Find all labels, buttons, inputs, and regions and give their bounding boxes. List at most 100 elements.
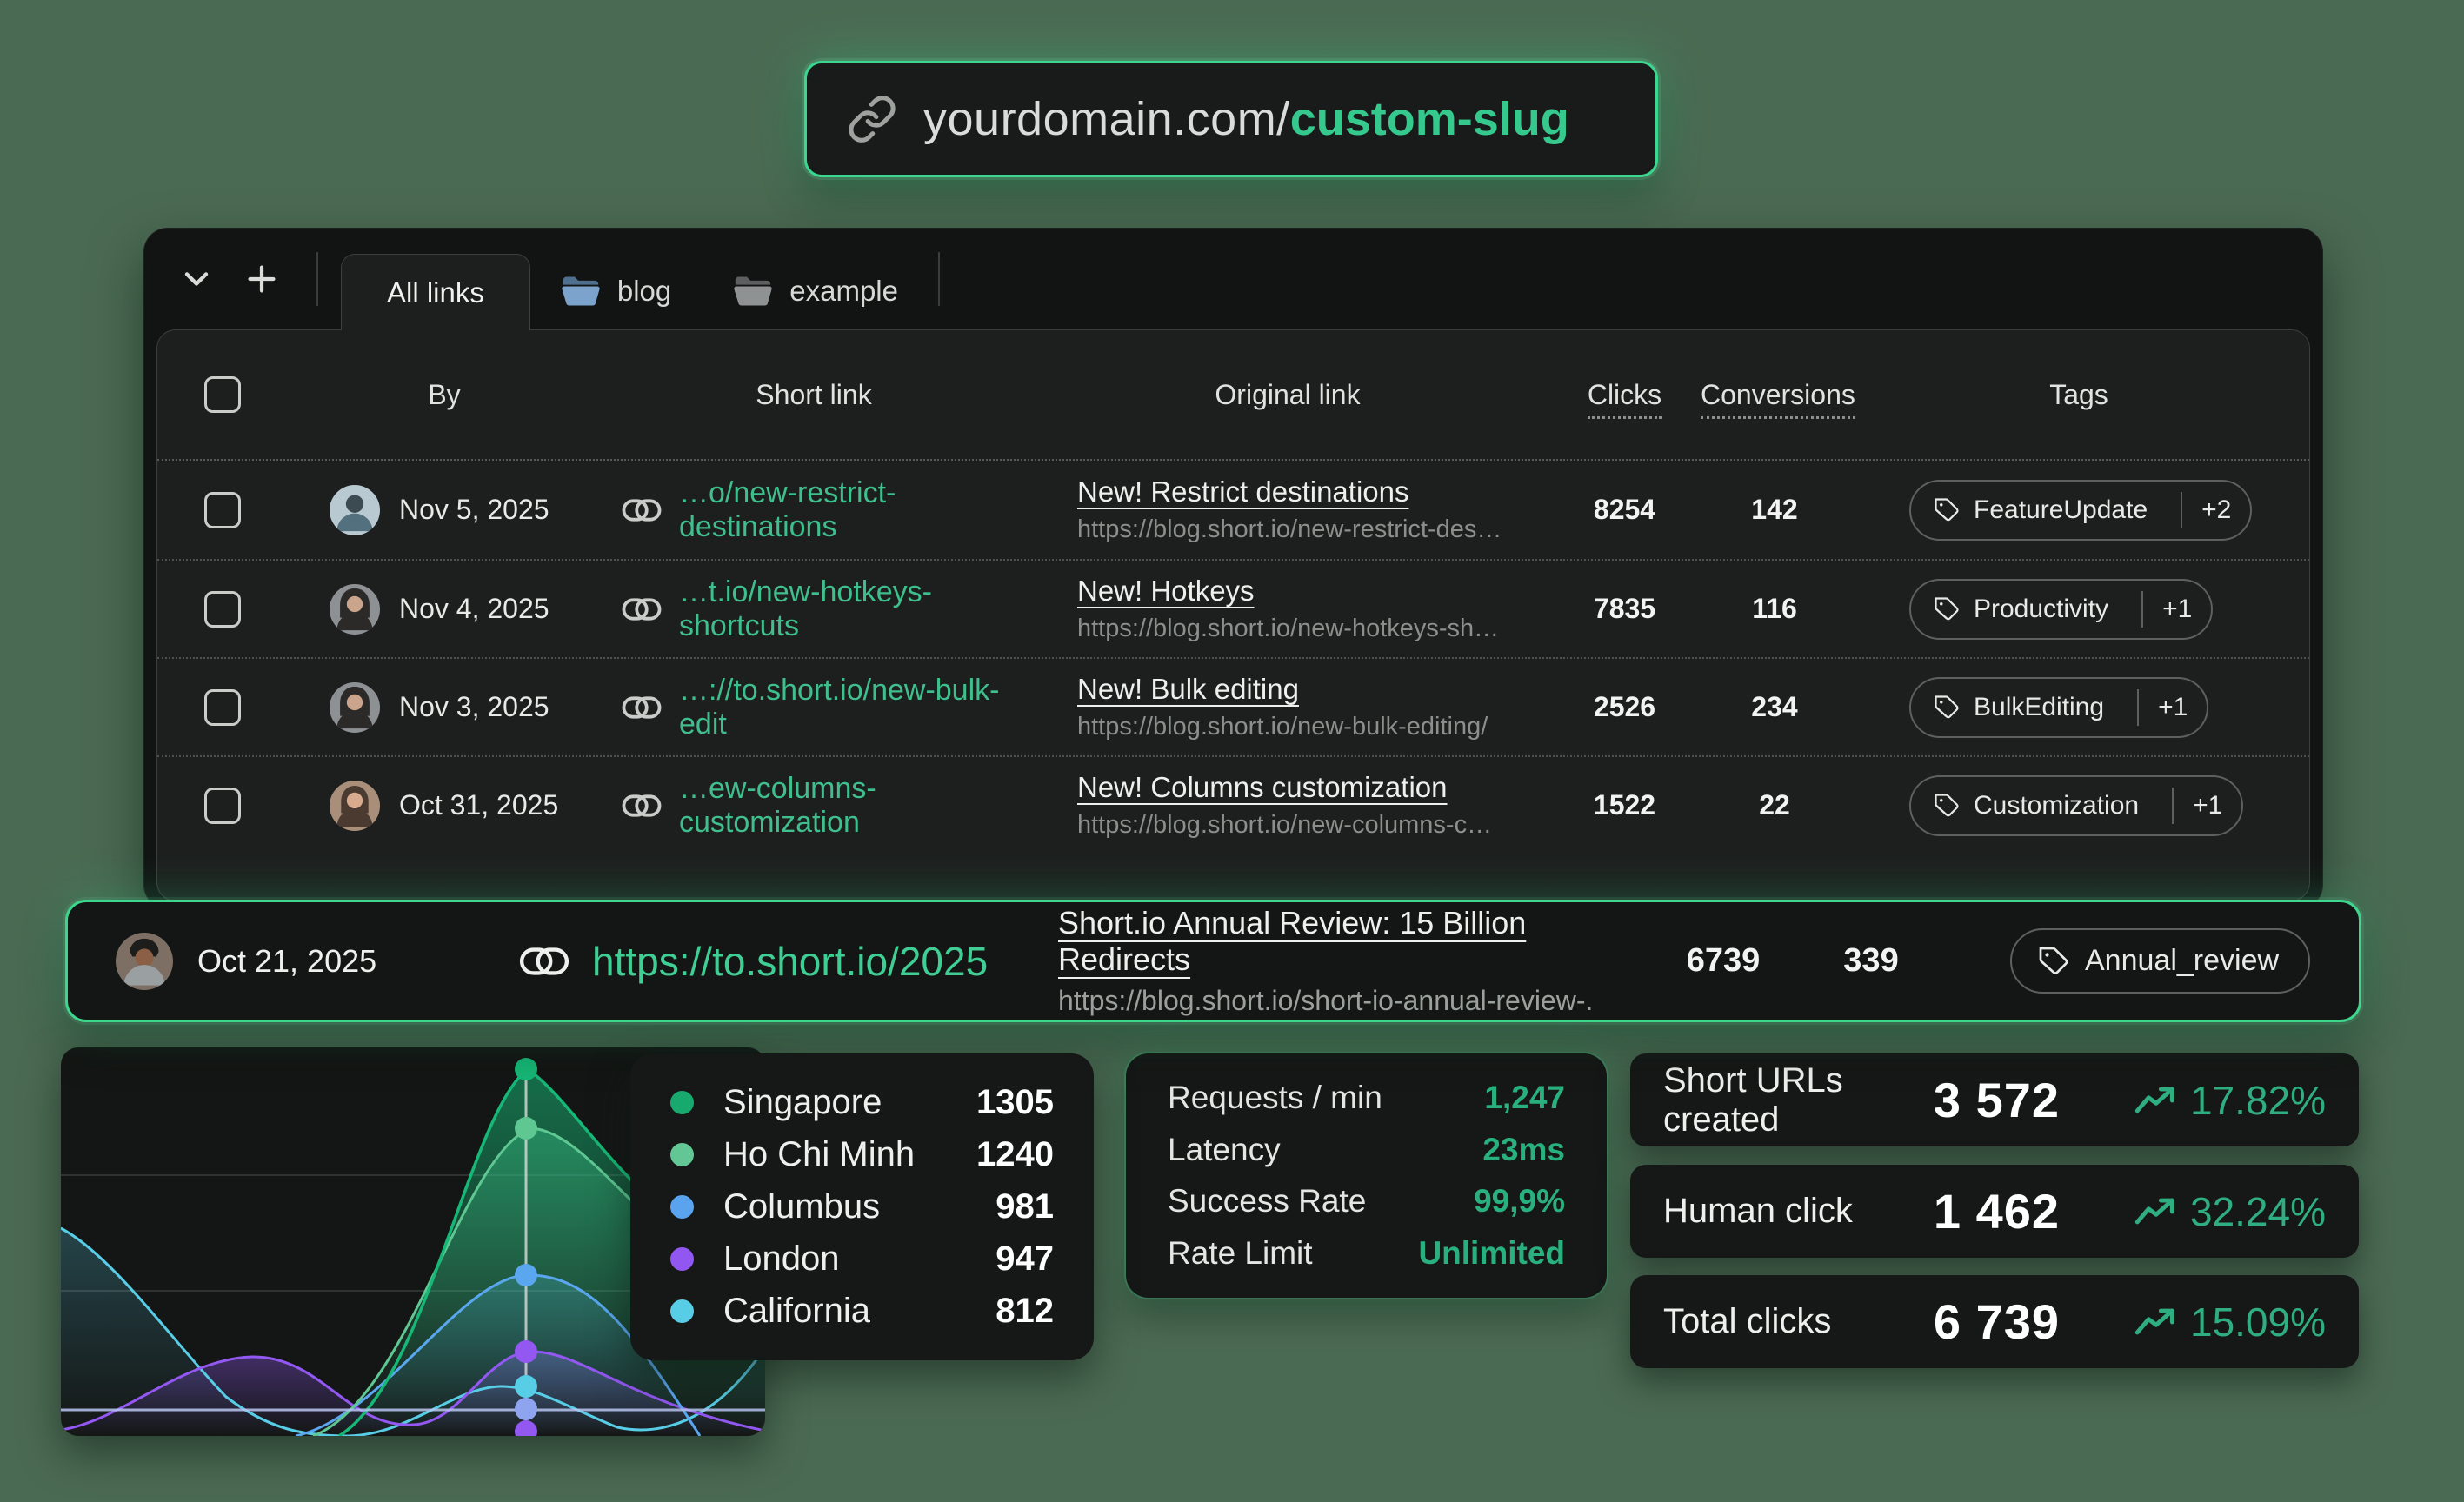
row-checkbox[interactable]: [204, 689, 241, 726]
links-window: All links blog example By Short link: [143, 228, 2323, 909]
legend-value: 812: [996, 1292, 1054, 1331]
short-url-pill[interactable]: yourdomain.com/custom-slug: [804, 61, 1658, 177]
avatar: [330, 485, 380, 535]
row-checkbox[interactable]: [204, 591, 241, 628]
original-link-title[interactable]: Short.io Annual Review: 15 Billion Redir…: [1058, 905, 1667, 978]
tag-pill[interactable]: BulkEditing +1: [1909, 677, 2208, 738]
stat-row: Requests / min1,247: [1168, 1080, 1565, 1116]
tag-pill[interactable]: Customization +1: [1909, 775, 2243, 836]
tag-pill[interactable]: FeatureUpdate +2: [1909, 480, 2252, 541]
links-table: By Short link Original link Clicks Conve…: [156, 329, 2310, 901]
pill-slug: custom-slug: [1290, 93, 1569, 145]
column-header-conversions[interactable]: Conversions: [1701, 379, 1855, 419]
tag-extra-count[interactable]: +1: [2137, 689, 2207, 726]
original-link-url: https://blog.short.io/new-hotkeys-sh…: [1077, 615, 1548, 643]
add-tab-button[interactable]: [242, 259, 282, 299]
tag-extra-count[interactable]: +1: [2141, 591, 2211, 628]
stat-row: Success Rate 99,9%: [1168, 1183, 1565, 1220]
card-delta-value: 17.82%: [2190, 1077, 2326, 1124]
clicks-value: 6739: [1667, 942, 1780, 980]
tab-all-links[interactable]: All links: [341, 254, 530, 330]
card-label: Total clicks: [1663, 1302, 1934, 1341]
row-date: Oct 21, 2025: [197, 943, 458, 980]
tag-extra-count[interactable]: +2: [2181, 492, 2250, 528]
select-all-checkbox[interactable]: [204, 376, 241, 413]
short-link[interactable]: …t.io/new-hotkeys-shortcuts: [679, 575, 1027, 643]
short-link[interactable]: …ew-columns-customization: [679, 772, 1027, 840]
chevron-down-icon[interactable]: [177, 260, 216, 298]
stat-value: 23ms: [1482, 1132, 1565, 1168]
table-row[interactable]: Oct 31, 2025 …ew-columns-customization N…: [157, 755, 2309, 854]
conversions-value: 142: [1701, 494, 1848, 526]
column-header-by: By: [288, 379, 601, 411]
chart-legend: Singapore1305 Ho Chi Minh1240 Columbus98…: [630, 1053, 1094, 1360]
stat-value: Unlimited: [1418, 1235, 1565, 1272]
conversions-value: 22: [1701, 789, 1848, 821]
tag-extra-count[interactable]: +1: [2172, 788, 2241, 824]
tabbar-divider: [938, 252, 940, 306]
tag-label: FeatureUpdate: [1974, 495, 2167, 525]
original-link-title[interactable]: New! Bulk editing: [1077, 673, 1548, 706]
tag-pill[interactable]: Productivity +1: [1909, 579, 2213, 640]
stat-card-human-click: Human click 1 462 32.24%: [1630, 1165, 2359, 1258]
requests-panel: Requests / min1,247 Latency23ms Success …: [1126, 1053, 1607, 1298]
original-link-title[interactable]: New! Columns customization: [1077, 771, 1548, 804]
tab-example[interactable]: example: [703, 253, 929, 329]
short-link[interactable]: …://to.short.io/new-bulk-edit: [679, 674, 1027, 741]
trending-up-icon: [2134, 1196, 2180, 1227]
link-icon: [847, 94, 897, 144]
avatar: [330, 682, 380, 733]
tag-icon: [1934, 695, 1960, 721]
short-link[interactable]: https://to.short.io/2025: [592, 938, 988, 985]
conversions-value: 234: [1701, 691, 1848, 723]
table-row[interactable]: Nov 3, 2025 …://to.short.io/new-bulk-edi…: [157, 657, 2309, 755]
card-value: 3 572: [1934, 1072, 2060, 1128]
trending-up-icon: [2134, 1085, 2180, 1116]
legend-item: London947: [670, 1239, 1054, 1279]
chain-link-icon: [519, 947, 569, 976]
tag-label: BulkEditing: [1974, 693, 2123, 722]
original-link-url: https://blog.short.io/new-columns-c…: [1077, 811, 1548, 840]
card-label: Human click: [1663, 1192, 1934, 1231]
table-row[interactable]: Nov 5, 2025 …o/new-restrict-destinations…: [157, 461, 2309, 559]
tab-bar: All links blog example: [144, 229, 2322, 329]
page: yourdomain.com/custom-slug All links blo…: [0, 0, 2464, 1502]
hover-marker-dot: [515, 1117, 537, 1140]
tab-blog[interactable]: blog: [530, 253, 703, 329]
column-header-clicks[interactable]: Clicks: [1588, 379, 1662, 419]
legend-dot: [670, 1091, 694, 1114]
row-date: Nov 3, 2025: [399, 691, 549, 723]
conversions-value: 339: [1815, 942, 1928, 980]
row-date: Oct 31, 2025: [399, 789, 558, 821]
row-checkbox[interactable]: [204, 788, 241, 824]
card-value: 6 739: [1934, 1293, 2060, 1350]
legend-item: California812: [670, 1292, 1054, 1331]
original-link-title[interactable]: New! Restrict destinations: [1077, 475, 1548, 508]
stat-label: Success Rate: [1168, 1183, 1366, 1220]
tag-label: Customization: [1974, 791, 2158, 821]
hover-marker-dot: [515, 1340, 537, 1363]
original-link-title[interactable]: New! Hotkeys: [1077, 575, 1548, 608]
original-link-url: https://blog.short.io/new-bulk-editing/: [1077, 713, 1548, 741]
legend-label: Ho Chi Minh: [723, 1135, 915, 1174]
card-delta: 17.82%: [2100, 1077, 2326, 1124]
stat-value: 1,247: [1484, 1080, 1565, 1116]
chain-link-icon: [622, 597, 662, 621]
tag-pill[interactable]: Annual_review: [2010, 928, 2310, 994]
legend-value: 947: [996, 1239, 1054, 1279]
tab-label: example: [789, 275, 898, 308]
tag-icon: [1934, 793, 1960, 819]
chain-link-icon: [622, 695, 662, 720]
legend-item: Singapore1305: [670, 1083, 1054, 1122]
row-checkbox[interactable]: [204, 492, 241, 528]
tabbar-divider: [316, 252, 318, 306]
short-link[interactable]: …o/new-restrict-destinations: [679, 476, 1027, 544]
featured-link-row[interactable]: Oct 21, 2025 https://to.short.io/2025 Sh…: [65, 900, 2361, 1022]
trending-up-icon: [2134, 1306, 2180, 1338]
stat-row: Rate LimitUnlimited: [1168, 1235, 1565, 1272]
table-row[interactable]: Nov 4, 2025 …t.io/new-hotkeys-shortcuts …: [157, 559, 2309, 657]
legend-label: Columbus: [723, 1187, 880, 1226]
tag-icon: [2038, 946, 2069, 977]
legend-dot: [670, 1299, 694, 1323]
stat-value: 99,9%: [1474, 1183, 1565, 1220]
